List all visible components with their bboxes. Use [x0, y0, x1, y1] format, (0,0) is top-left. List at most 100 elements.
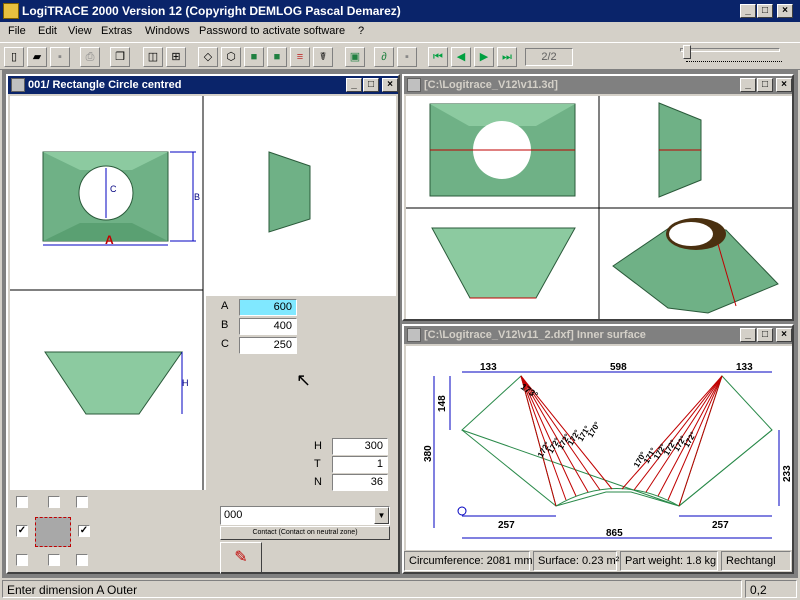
dim-865: 865 [606, 528, 623, 539]
dimension-lines [433, 371, 780, 539]
box-solid-icon[interactable]: ■ [267, 47, 287, 67]
field-t-input[interactable]: 1 [332, 456, 388, 473]
view3d-pane [406, 96, 792, 319]
sketch-drawing: A B C H [10, 96, 396, 490]
dim-257-left: 257 [498, 520, 515, 531]
unfold-window: [C:\Logitrace_V12\v11_2.dxf] Inner surfa… [402, 324, 794, 574]
position-selector[interactable] [35, 517, 71, 547]
window-title-bar: [C:\Logitrace_V12\v11_2.dxf] Inner surfa… [404, 326, 792, 344]
win-minimize-button[interactable]: _ [740, 328, 756, 342]
shape-readout: Rechtangl [721, 551, 791, 571]
window-icon[interactable] [407, 328, 421, 342]
win-minimize-button[interactable]: _ [346, 78, 362, 92]
checkbox-tm[interactable] [48, 496, 60, 508]
checkbox-br[interactable] [76, 554, 88, 566]
checkbox-tr[interactable] [76, 496, 88, 508]
dim-label-B: B [194, 192, 200, 202]
dim-133-right: 133 [736, 362, 753, 373]
menu-edit[interactable]: Edit [38, 25, 57, 37]
win-maximize-button[interactable]: □ [757, 328, 773, 342]
checkbox-bm[interactable] [48, 554, 60, 566]
new-icon[interactable]: ▯ [4, 47, 24, 67]
app-title-bar: LogiTRACE 2000 Version 12 (Copyright DEM… [0, 0, 800, 22]
prev-page-icon[interactable]: ◀ [451, 47, 471, 67]
box-wire-icon[interactable]: ⬡ [221, 47, 241, 67]
zoom-slider-track[interactable] [680, 48, 780, 52]
menu-help[interactable]: ? [358, 25, 364, 37]
checkbox-mr[interactable]: ✓ [78, 525, 90, 537]
dim-233: 233 [782, 465, 792, 482]
parameter-window: 001/ Rectangle Circle centred _ □ × A B … [6, 74, 400, 574]
field-h-input[interactable]: 300 [332, 438, 388, 455]
dim-label-C: C [110, 184, 117, 194]
color-bars-icon[interactable]: ≡ [290, 47, 310, 67]
field-label-t: T [314, 458, 321, 470]
mouse-cursor-icon: ↖ [296, 370, 312, 390]
menu-windows[interactable]: Windows [145, 25, 190, 37]
win-close-button[interactable]: × [382, 78, 398, 92]
minimize-button[interactable]: _ [740, 4, 756, 18]
unfold-icon[interactable]: ▣ [345, 47, 365, 67]
dim-257-right: 257 [712, 520, 729, 531]
menu-password[interactable]: Password to activate software [199, 25, 345, 37]
close-button[interactable]: × [777, 4, 793, 18]
box-outline-icon[interactable]: ◇ [198, 47, 218, 67]
win-close-button[interactable]: × [776, 78, 792, 92]
app-icon[interactable] [3, 3, 19, 19]
circumference-readout: Circumference: 2081 mm [404, 551, 533, 571]
field-label-n: N [314, 476, 322, 488]
zoom-slider-thumb[interactable] [683, 45, 691, 59]
open-icon[interactable]: ▰ [27, 47, 47, 67]
contact-button[interactable]: Contact (Contact on neutral zone) [220, 526, 390, 540]
app-title: LogiTRACE 2000 Version 12 (Copyright DEM… [22, 4, 401, 18]
box-shaded-icon[interactable]: ■ [244, 47, 264, 67]
checkbox-ml[interactable]: ✓ [16, 525, 28, 537]
last-page-icon[interactable]: ⏭ [497, 47, 517, 67]
checkbox-bl[interactable] [16, 554, 28, 566]
dim-label-H: H [182, 378, 189, 388]
field-label-b: B [221, 319, 229, 331]
maximize-button[interactable]: □ [757, 4, 773, 18]
caduceus-icon[interactable]: ☤ [313, 47, 333, 67]
view-flat-icon[interactable]: ◫ [143, 47, 163, 67]
window-icon[interactable] [407, 78, 421, 92]
menu-file[interactable]: File [8, 25, 26, 37]
save-icon[interactable]: ▪ [50, 47, 70, 67]
field-c-input[interactable]: 250 [239, 337, 297, 354]
field-label-a: A [221, 300, 229, 312]
surface-readout: Surface: 0.23 m² [533, 551, 619, 571]
front-view-shape [44, 351, 183, 415]
dim-label-A: A [105, 233, 114, 247]
contact-combo[interactable]: 000 ▼ [220, 506, 390, 525]
status-value: 0,2 [745, 580, 797, 598]
menu-bar: File Edit View Extras Windows Password t… [0, 22, 800, 42]
window-icon[interactable] [11, 78, 25, 92]
view-grid-icon[interactable]: ⊞ [166, 47, 186, 67]
sketch-pane: A B C H [10, 96, 396, 490]
dim-380: 380 [423, 445, 434, 462]
toolbar: ▯ ▰ ▪ ⎙ ❐ ◫ ⊞ ◇ ⬡ ■ ■ ≡ ☤ ▣ ∂ ▪ ⏮ ◀ ▶ ⏭ … [0, 42, 800, 70]
field-label-h: H [314, 440, 322, 452]
checkbox-tl[interactable] [16, 496, 28, 508]
weight-readout: Part weight: 1.8 kg [620, 551, 718, 571]
win-maximize-button[interactable]: □ [363, 78, 379, 92]
win-close-button[interactable]: × [776, 328, 792, 342]
menu-extras[interactable]: Extras [101, 25, 132, 37]
print-icon[interactable]: ⎙ [80, 47, 100, 67]
status-message: Enter dimension A Outer [2, 580, 742, 598]
menu-view[interactable]: View [68, 25, 92, 37]
status-bar: Enter dimension A Outer 0,2 [0, 578, 800, 600]
first-page-icon[interactable]: ⏮ [428, 47, 448, 67]
angle-label: 170° [586, 420, 602, 439]
field-n-input[interactable]: 36 [332, 474, 388, 491]
win-minimize-button[interactable]: _ [740, 78, 756, 92]
win-maximize-button[interactable]: □ [757, 78, 773, 92]
disabled-tool-icon[interactable]: ▪ [397, 47, 417, 67]
curve-icon[interactable]: ∂ [374, 47, 394, 67]
field-b-input[interactable]: 400 [239, 318, 297, 335]
chevron-down-icon[interactable]: ▼ [374, 507, 389, 524]
field-a-input[interactable]: 600 [239, 299, 297, 316]
paint-tool-icon[interactable]: ✎ [220, 542, 262, 574]
next-page-icon[interactable]: ▶ [474, 47, 494, 67]
copy-icon[interactable]: ❐ [110, 47, 130, 67]
